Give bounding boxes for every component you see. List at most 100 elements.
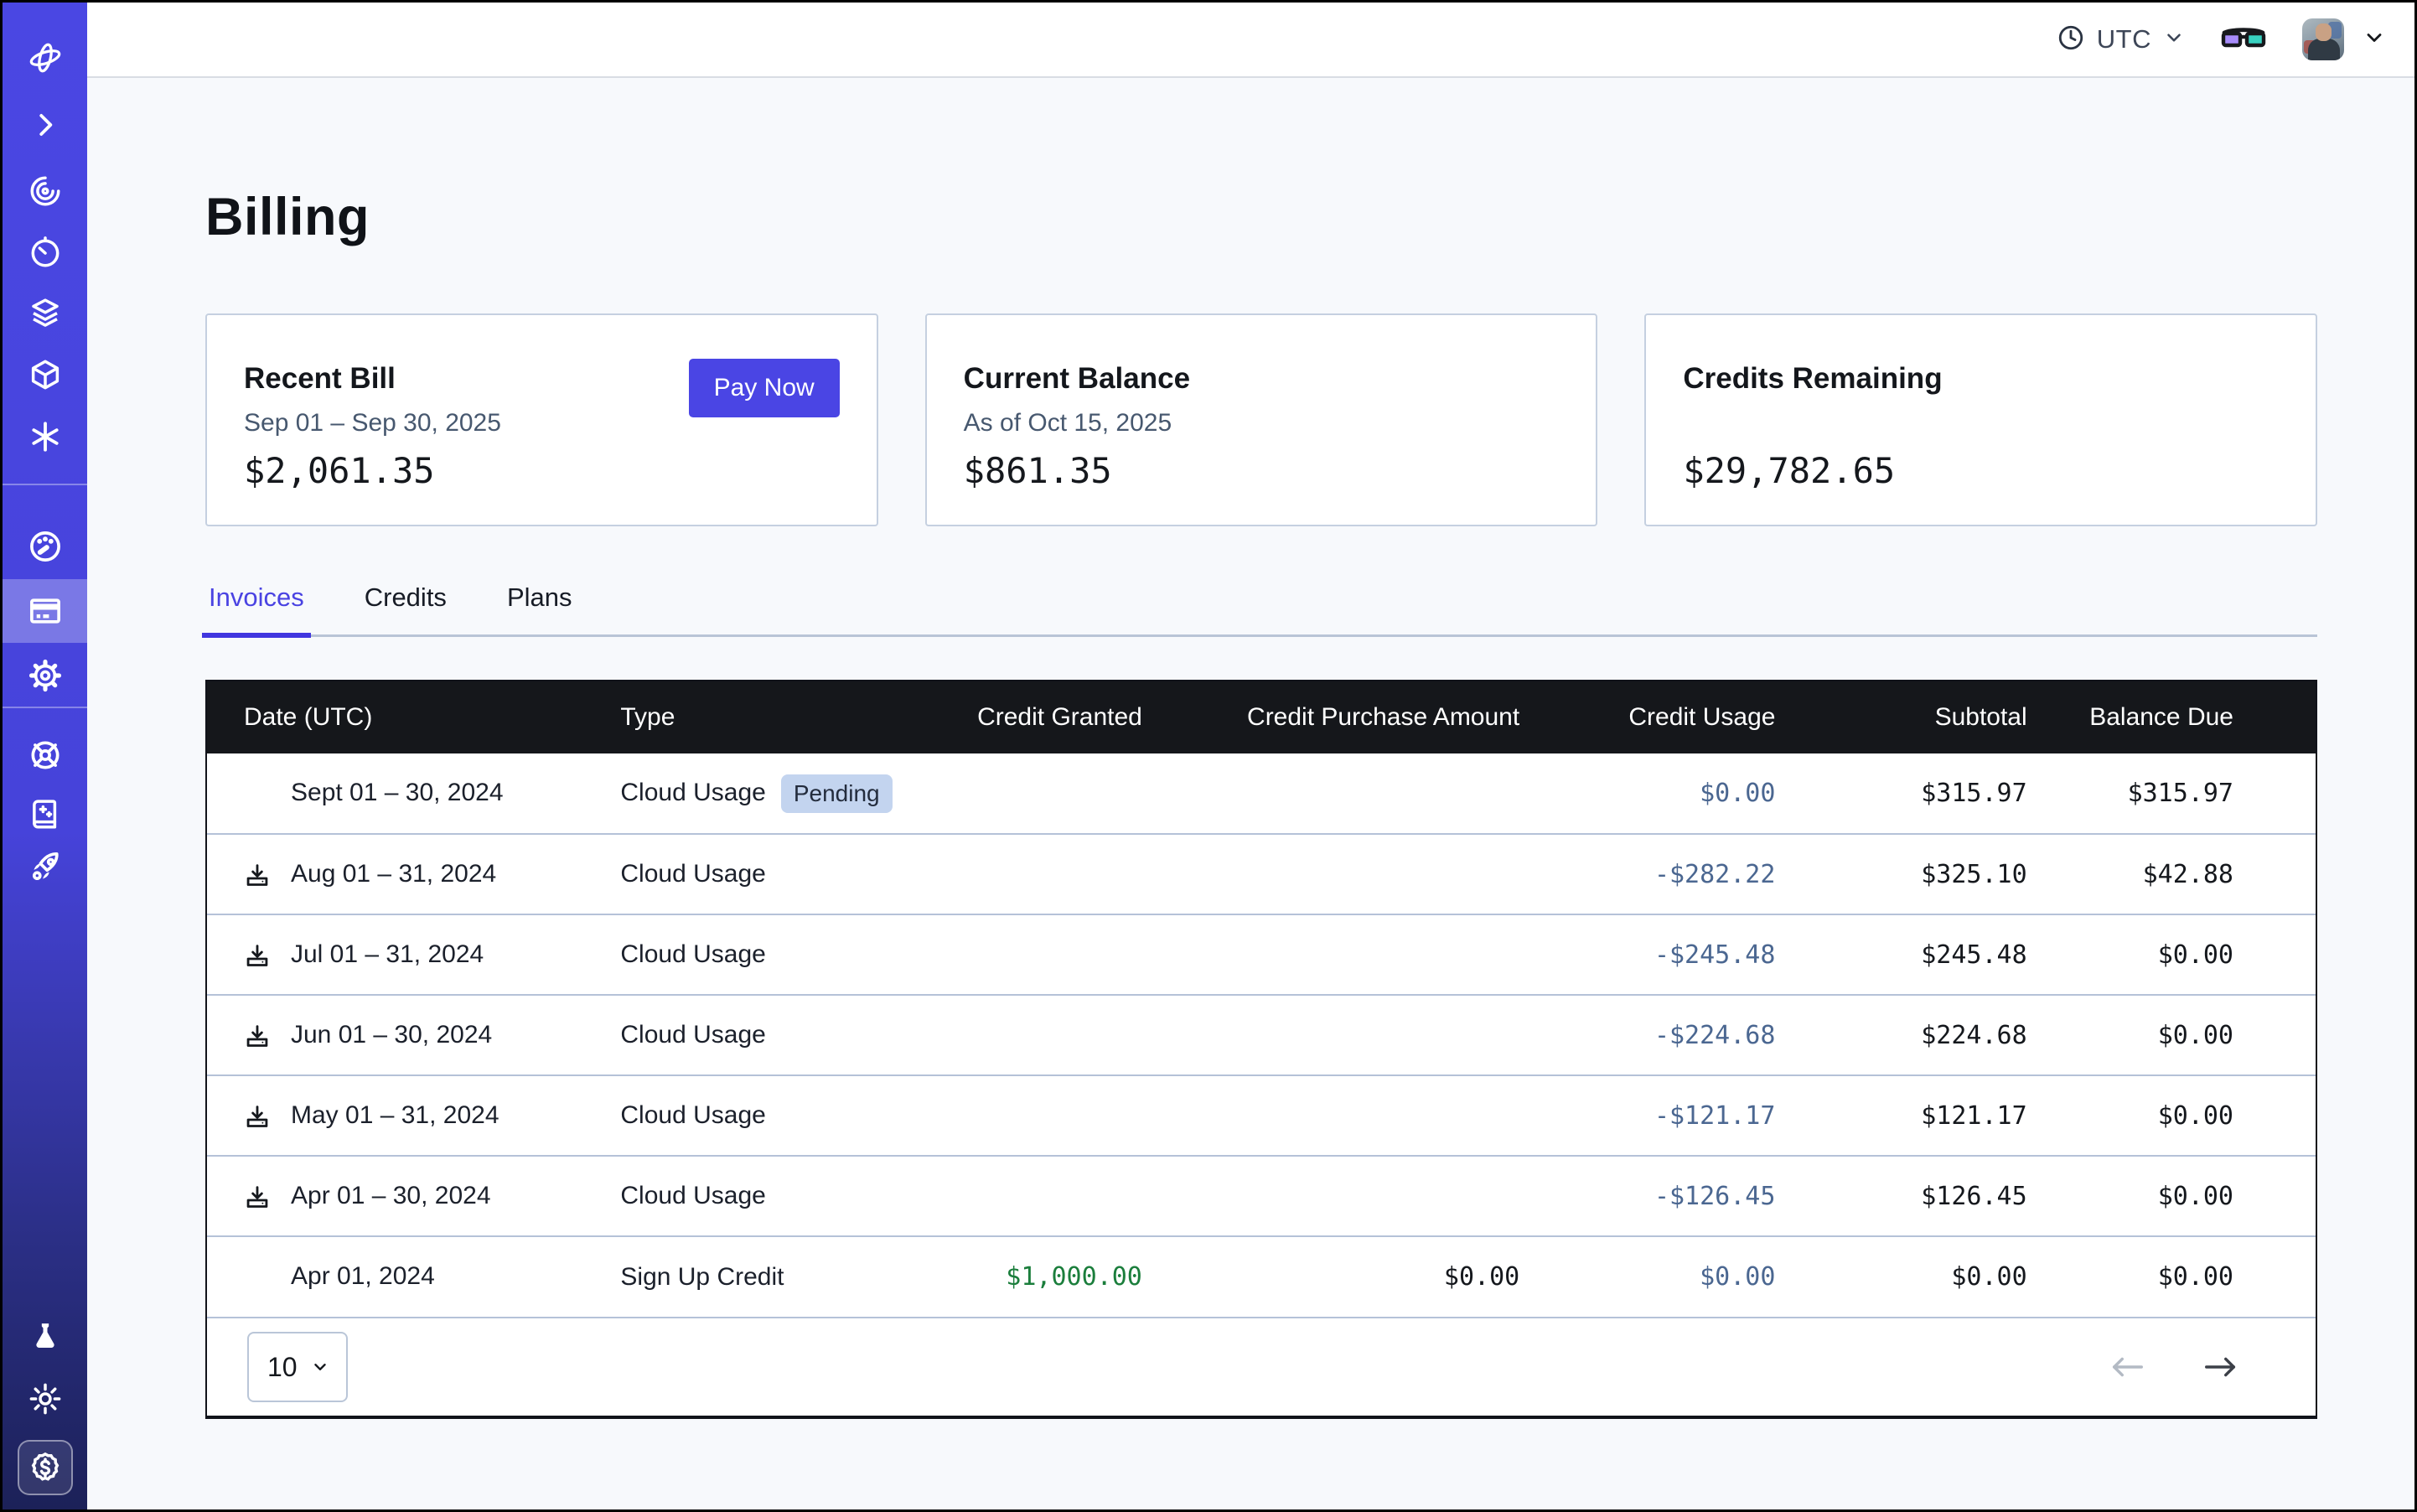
- credit-purchase-cell: [1142, 753, 1519, 834]
- credit-usage-cell: -$282.22: [1519, 834, 1775, 914]
- topbar: UTC: [87, 3, 2414, 78]
- credit-granted-cell: [898, 995, 1142, 1075]
- invoice-table-body: Sept 01 – 30, 2024 Cloud UsagePending $0…: [207, 753, 2316, 1317]
- subtotal-cell: $315.97: [1775, 753, 2026, 834]
- chevron-down-icon: [2163, 27, 2185, 53]
- subtotal-cell: $121.17: [1775, 1075, 2026, 1156]
- balance-due-cell: $0.00: [2027, 1236, 2316, 1317]
- table-row: Apr 01, 2024 Sign Up Credit $1,000.00 $0…: [207, 1236, 2316, 1317]
- gear-icon[interactable]: [3, 644, 87, 707]
- credit-purchase-cell: $0.00: [1142, 1236, 1519, 1317]
- invoice-type-cell: Cloud Usage: [620, 1075, 897, 1156]
- timer-icon[interactable]: [3, 220, 87, 284]
- invoice-type: Cloud Usage: [620, 778, 765, 805]
- subtotal-cell: $126.45: [1775, 1156, 2026, 1236]
- chevron-down-icon: [311, 1358, 329, 1376]
- layers-icon[interactable]: [3, 281, 87, 344]
- chevron-down-icon: [2363, 26, 2386, 54]
- invoice-date: Jun 01 – 30, 2024: [291, 1021, 492, 1049]
- invoice-date-cell: Apr 01 – 30, 2024: [207, 1156, 620, 1236]
- rocket-icon[interactable]: [3, 836, 87, 899]
- tab-invoices[interactable]: Invoices: [205, 583, 308, 634]
- 3d-glasses-icon[interactable]: [2220, 23, 2267, 57]
- table-row: Aug 01 – 31, 2024 Cloud Usage -$282.22 $…: [207, 834, 2316, 914]
- sun-icon[interactable]: [3, 1367, 87, 1431]
- col-type: Type: [620, 681, 897, 753]
- wheel-icon[interactable]: [3, 723, 87, 787]
- invoices-table: Date (UTC) Type Credit Granted Credit Pu…: [205, 680, 2317, 1419]
- card-title: Current Balance: [964, 362, 1560, 396]
- credit-granted-cell: [898, 1156, 1142, 1236]
- credit-granted-cell: [898, 914, 1142, 995]
- tab-credits[interactable]: Credits: [361, 583, 450, 634]
- credit-granted-cell: [898, 834, 1142, 914]
- invoice-type-cell: Cloud UsagePending: [620, 753, 897, 834]
- invoice-type: Cloud Usage: [620, 1021, 765, 1049]
- balance-due-cell: $0.00: [2027, 995, 2316, 1075]
- credit-granted-cell: [898, 1075, 1142, 1156]
- avatar: [2302, 18, 2344, 60]
- balance-due-cell: $0.00: [2027, 914, 2316, 995]
- user-menu[interactable]: [2302, 18, 2386, 60]
- download-icon[interactable]: [244, 942, 291, 969]
- credit-purchase-cell: [1142, 995, 1519, 1075]
- pay-now-button[interactable]: Pay Now: [689, 359, 840, 417]
- col-date: Date (UTC): [207, 681, 620, 753]
- invoice-date: Sept 01 – 30, 2024: [291, 779, 504, 806]
- download-icon[interactable]: [244, 1183, 291, 1210]
- chevron-right-icon[interactable]: [3, 93, 87, 157]
- timezone-selector[interactable]: UTC: [2057, 23, 2185, 56]
- recent-bill-card: Recent Bill Sep 01 – Sep 30, 2025 $2,061…: [205, 313, 878, 526]
- subtotal-cell: $0.00: [1775, 1236, 2026, 1317]
- asterisk-icon[interactable]: [3, 405, 87, 469]
- balance-due-cell: $0.00: [2027, 1156, 2316, 1236]
- recent-bill-amount: $2,061.35: [244, 450, 435, 491]
- subtotal-cell: $325.10: [1775, 834, 2026, 914]
- invoice-date: May 01 – 31, 2024: [291, 1101, 499, 1129]
- credit-usage-cell: -$121.17: [1519, 1075, 1775, 1156]
- invoice-date-cell: Jun 01 – 30, 2024: [207, 995, 620, 1075]
- col-credit-purchase: Credit Purchase Amount: [1142, 681, 1519, 753]
- page-title: Billing: [205, 187, 370, 247]
- page-size-select[interactable]: 10: [247, 1332, 348, 1402]
- download-icon[interactable]: [244, 1023, 291, 1049]
- table-row: May 01 – 31, 2024 Cloud Usage -$121.17 $…: [207, 1075, 2316, 1156]
- sidebar-divider: [3, 707, 87, 708]
- invoice-type: Cloud Usage: [620, 860, 765, 888]
- table-row: Sept 01 – 30, 2024 Cloud UsagePending $0…: [207, 753, 2316, 834]
- invoice-date: Apr 01, 2024: [291, 1262, 435, 1290]
- billing-tabs: Invoices Credits Plans: [205, 583, 2317, 637]
- col-balance-due: Balance Due: [2027, 681, 2316, 753]
- invoice-date-cell: May 01 – 31, 2024: [207, 1075, 620, 1156]
- tab-plans[interactable]: Plans: [504, 583, 576, 634]
- credit-granted-cell: [898, 753, 1142, 834]
- table-footer: 10: [207, 1317, 2316, 1416]
- gauge-icon[interactable]: [3, 515, 87, 578]
- download-icon[interactable]: [244, 1103, 291, 1130]
- col-subtotal: Subtotal: [1775, 681, 2026, 753]
- live-spiral-icon[interactable]: [3, 159, 87, 223]
- current-balance-amount: $861.35: [964, 450, 1112, 491]
- prev-page-arrow-icon[interactable]: [2108, 1354, 2146, 1380]
- col-credit-usage: Credit Usage: [1519, 681, 1775, 753]
- balance-due-cell: $315.97: [2027, 753, 2316, 834]
- logo-icon[interactable]: [3, 26, 87, 90]
- flask-icon[interactable]: [3, 1305, 87, 1369]
- invoice-type-cell: Sign Up Credit: [620, 1236, 897, 1317]
- invoice-date-cell: Aug 01 – 31, 2024: [207, 834, 620, 914]
- credit-purchase-cell: [1142, 834, 1519, 914]
- subtotal-cell: $245.48: [1775, 914, 2026, 995]
- credit-granted-cell: $1,000.00: [898, 1236, 1142, 1317]
- download-icon[interactable]: [244, 862, 291, 888]
- main-content: Billing Recent Bill Sep 01 – Sep 30, 202…: [87, 80, 2414, 1509]
- invoice-type: Sign Up Credit: [620, 1263, 784, 1291]
- invoice-type: Cloud Usage: [620, 940, 765, 968]
- invoice-date: Apr 01 – 30, 2024: [291, 1182, 491, 1209]
- next-page-arrow-icon[interactable]: [2202, 1354, 2240, 1380]
- invoice-type-cell: Cloud Usage: [620, 995, 897, 1075]
- sidebar-item-billing[interactable]: [3, 579, 87, 643]
- card-title: Credits Remaining: [1683, 362, 2279, 396]
- cube-icon[interactable]: [3, 343, 87, 406]
- invoice-type-cell: Cloud Usage: [620, 914, 897, 995]
- credits-dollar-button[interactable]: [3, 1436, 87, 1499]
